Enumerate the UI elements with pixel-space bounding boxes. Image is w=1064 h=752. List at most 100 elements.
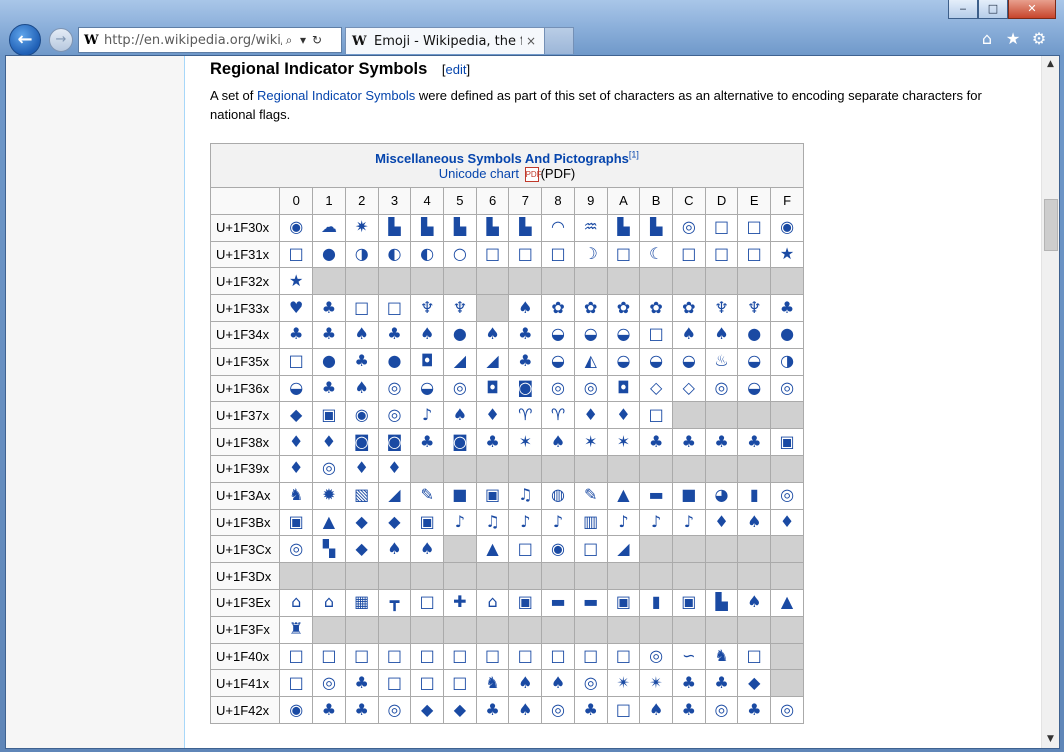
emoji-cell[interactable]: ◎: [377, 401, 412, 430]
emoji-cell[interactable]: ○: [443, 240, 477, 269]
emoji-cell[interactable]: ♪: [671, 508, 706, 537]
emoji-cell[interactable]: ▮: [639, 588, 673, 617]
emoji-cell[interactable]: ◇: [671, 374, 706, 403]
emoji-cell[interactable]: □: [704, 240, 739, 269]
emoji-cell[interactable]: ◎: [312, 669, 346, 698]
emoji-cell[interactable]: ◒: [737, 347, 772, 376]
emoji-cell[interactable]: ♣: [704, 669, 739, 698]
emoji-cell[interactable]: ♈: [508, 401, 543, 430]
emoji-cell[interactable]: ♦: [377, 454, 412, 483]
emoji-cell[interactable]: ♠: [737, 588, 772, 617]
emoji-cell[interactable]: ♠: [443, 401, 477, 430]
gear-icon[interactable]: ⚙: [1030, 29, 1048, 48]
emoji-cell[interactable]: ♦: [573, 401, 608, 430]
emoji-cell[interactable]: ♠: [508, 669, 543, 698]
emoji-cell[interactable]: □: [344, 294, 379, 322]
emoji-cell[interactable]: ▙: [508, 213, 543, 242]
emoji-cell[interactable]: ★: [279, 267, 314, 296]
emoji-cell[interactable]: ◆: [737, 669, 772, 698]
emoji-cell[interactable]: ◐: [410, 240, 444, 269]
minimize-button[interactable]: ‒: [948, 0, 978, 19]
emoji-cell[interactable]: ◢: [475, 347, 510, 376]
emoji-cell[interactable]: ┳: [377, 588, 412, 617]
emoji-cell[interactable]: ▣: [312, 401, 346, 430]
emoji-cell[interactable]: ♣: [312, 696, 346, 724]
emoji-cell[interactable]: □: [606, 642, 641, 671]
emoji-cell[interactable]: ◘: [410, 347, 444, 376]
emoji-cell[interactable]: ◍: [541, 481, 575, 510]
emoji-cell[interactable]: ◎: [704, 374, 739, 403]
emoji-cell[interactable]: ♪: [508, 508, 543, 537]
emoji-cell[interactable]: □: [312, 642, 346, 671]
emoji-cell[interactable]: ✿: [639, 294, 673, 322]
emoji-cell[interactable]: ■: [443, 481, 477, 510]
emoji-cell[interactable]: ♣: [671, 696, 706, 724]
emoji-cell[interactable]: ◙: [344, 428, 379, 456]
emoji-cell[interactable]: ♠: [344, 374, 379, 403]
emoji-cell[interactable]: ♞: [475, 669, 510, 698]
emoji-cell[interactable]: ♨: [704, 347, 739, 376]
emoji-cell[interactable]: ◒: [541, 320, 575, 349]
emoji-cell[interactable]: ✴: [639, 669, 673, 698]
emoji-cell[interactable]: □: [541, 642, 575, 671]
emoji-cell[interactable]: ◎: [377, 696, 412, 724]
emoji-cell[interactable]: □: [573, 535, 608, 564]
emoji-cell[interactable]: ✹: [312, 481, 346, 510]
emoji-cell[interactable]: ♆: [737, 294, 772, 322]
emoji-cell[interactable]: ▙: [410, 213, 444, 242]
emoji-cell[interactable]: ♫: [475, 508, 510, 537]
emoji-cell[interactable]: ♣: [770, 294, 804, 322]
emoji-cell[interactable]: ▙: [377, 213, 412, 242]
vertical-scrollbar[interactable]: ▲ ▼: [1041, 56, 1059, 748]
emoji-cell[interactable]: ♣: [508, 320, 543, 349]
emoji-cell[interactable]: ◆: [344, 508, 379, 537]
emoji-cell[interactable]: ◇: [639, 374, 673, 403]
emoji-cell[interactable]: ◒: [671, 347, 706, 376]
emoji-cell[interactable]: ✴: [606, 669, 641, 698]
emoji-cell[interactable]: ♞: [279, 481, 314, 510]
emoji-cell[interactable]: ◎: [377, 374, 412, 403]
emoji-cell[interactable]: ♣: [344, 347, 379, 376]
emoji-cell[interactable]: ♣: [671, 428, 706, 456]
emoji-cell[interactable]: ▮: [737, 481, 772, 510]
emoji-cell[interactable]: □: [508, 642, 543, 671]
unicode-chart-link[interactable]: Unicode chart: [439, 166, 519, 181]
emoji-cell[interactable]: ◠: [541, 213, 575, 242]
emoji-cell[interactable]: ◙: [443, 428, 477, 456]
emoji-cell[interactable]: ▬: [639, 481, 673, 510]
emoji-cell[interactable]: ●: [312, 240, 346, 269]
scrollbar-thumb[interactable]: [1044, 199, 1058, 251]
emoji-cell[interactable]: ♫: [508, 481, 543, 510]
emoji-cell[interactable]: ◒: [279, 374, 314, 403]
emoji-cell[interactable]: □: [737, 240, 772, 269]
emoji-cell[interactable]: ♪: [606, 508, 641, 537]
emoji-cell[interactable]: ▬: [541, 588, 575, 617]
emoji-cell[interactable]: ◢: [443, 347, 477, 376]
emoji-cell[interactable]: ◎: [541, 374, 575, 403]
emoji-cell[interactable]: ▣: [410, 508, 444, 537]
emoji-cell[interactable]: ✿: [573, 294, 608, 322]
new-tab-button[interactable]: [544, 27, 574, 54]
emoji-cell[interactable]: ◆: [377, 508, 412, 537]
emoji-cell[interactable]: ▙: [704, 588, 739, 617]
emoji-cell[interactable]: □: [410, 588, 444, 617]
emoji-cell[interactable]: ◎: [770, 481, 804, 510]
emoji-cell[interactable]: ◎: [639, 642, 673, 671]
emoji-cell[interactable]: ◎: [770, 696, 804, 724]
emoji-cell[interactable]: ▣: [671, 588, 706, 617]
emoji-cell[interactable]: ◢: [606, 535, 641, 564]
emoji-cell[interactable]: ●: [377, 347, 412, 376]
emoji-cell[interactable]: □: [279, 669, 314, 698]
emoji-cell[interactable]: ▣: [475, 481, 510, 510]
emoji-cell[interactable]: ▲: [475, 535, 510, 564]
emoji-cell[interactable]: ◒: [410, 374, 444, 403]
emoji-cell[interactable]: ▦: [344, 588, 379, 617]
emoji-cell[interactable]: ▙: [606, 213, 641, 242]
chart-title-link[interactable]: Miscellaneous Symbols And Pictographs[1]: [375, 149, 639, 165]
emoji-cell[interactable]: ✶: [606, 428, 641, 456]
emoji-cell[interactable]: ◒: [606, 320, 641, 349]
emoji-cell[interactable]: □: [279, 642, 314, 671]
emoji-cell[interactable]: ●: [737, 320, 772, 349]
emoji-cell[interactable]: ♪: [541, 508, 575, 537]
emoji-cell[interactable]: ✷: [344, 213, 379, 242]
